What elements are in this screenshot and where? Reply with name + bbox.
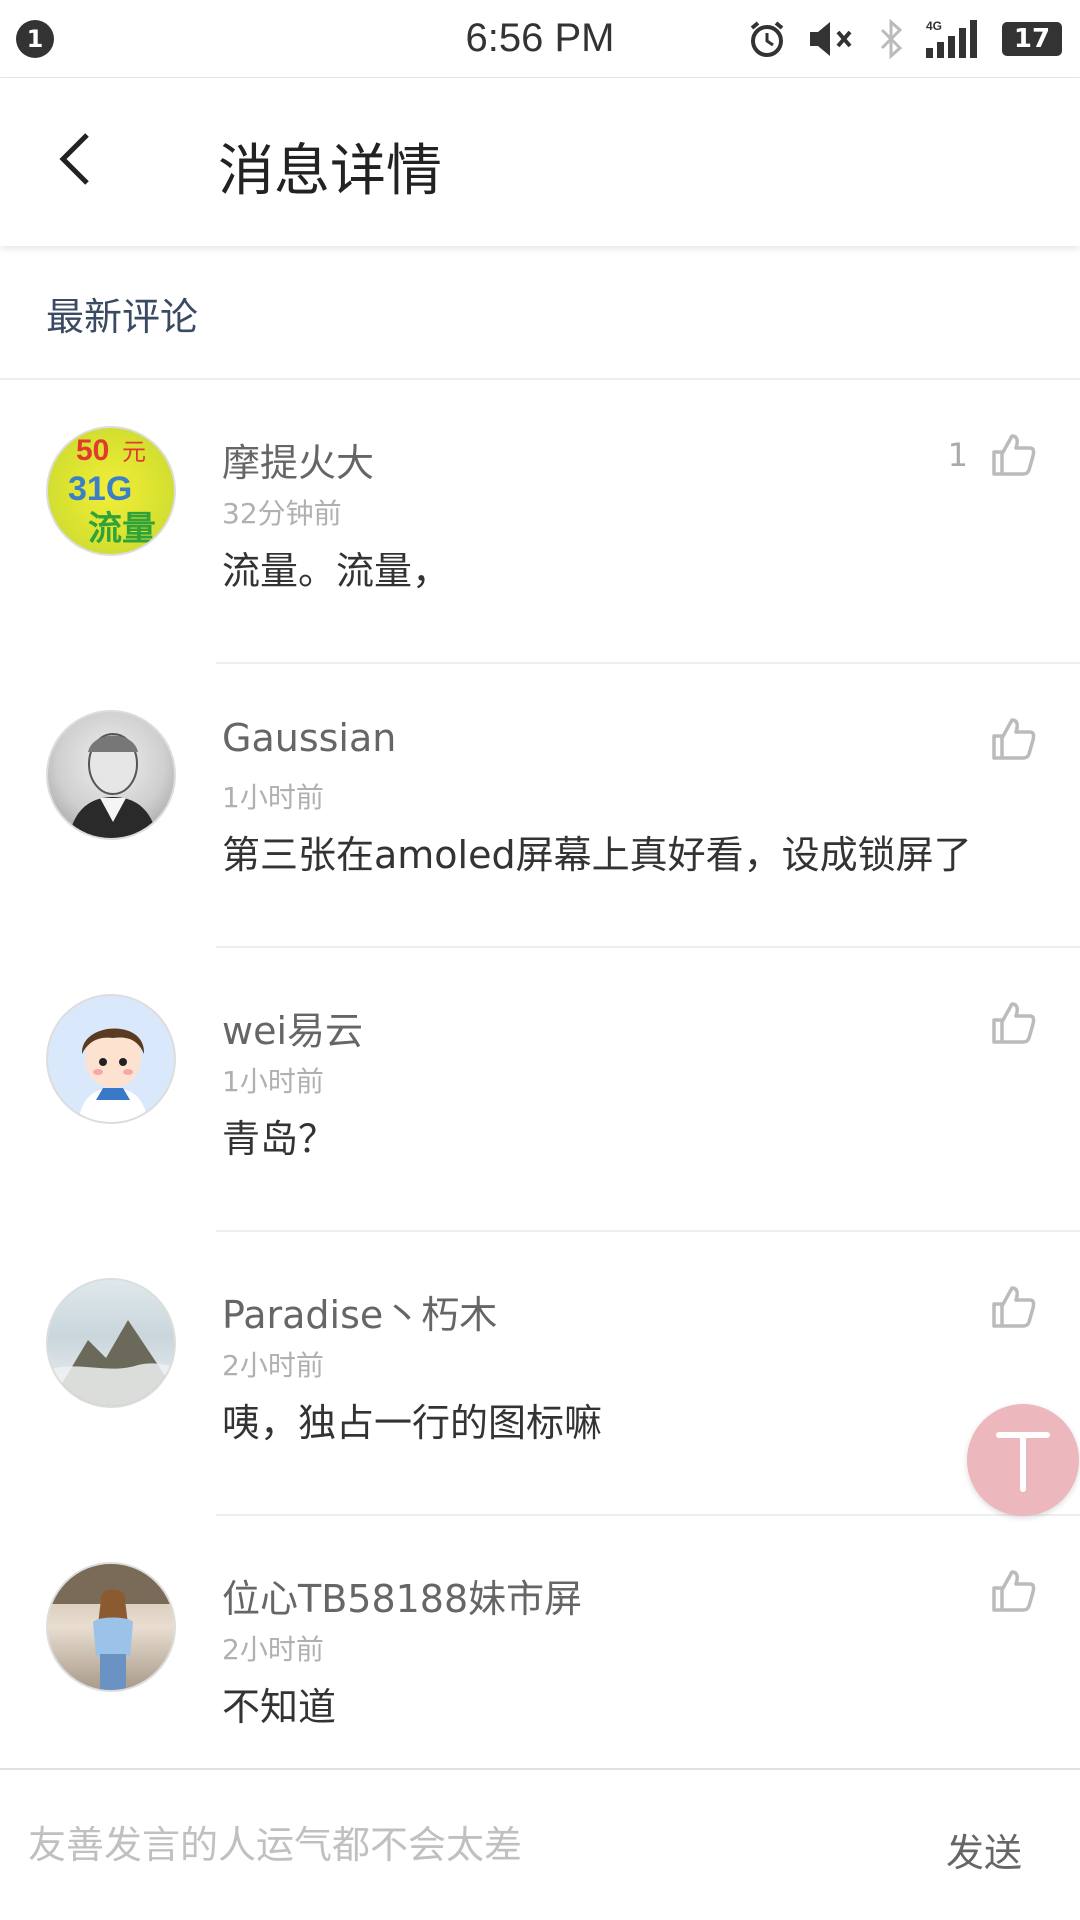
thumbs-up-icon xyxy=(992,1570,1036,1612)
text-t-icon xyxy=(996,1432,1050,1492)
top-app-bar: 消息详情 xyxy=(0,78,1080,246)
comment-item[interactable]: wei易云 1小时前 青岛？ xyxy=(0,948,1080,1232)
comment-time: 2小时前 xyxy=(222,1633,324,1666)
comment-time: 32分钟前 xyxy=(222,497,342,530)
comment-input[interactable] xyxy=(28,1810,868,1880)
like-button[interactable] xyxy=(990,1000,1036,1046)
svg-text:50: 50 xyxy=(76,434,109,467)
mute-icon xyxy=(806,18,858,60)
comment-author[interactable]: Paradise丶朽木 xyxy=(222,1284,497,1339)
comment-item[interactable]: Gaussian 1小时前 第三张在amoled屏幕上真好看，设成锁屏了 xyxy=(0,664,1080,948)
status-bar: 1 6:56 PM 4G 17 xyxy=(0,0,1080,78)
comment-text: 咦，独占一行的图标嘛 xyxy=(222,1401,603,1445)
comment-text: 青岛？ xyxy=(222,1117,337,1161)
thumbs-up-icon xyxy=(992,718,1036,760)
comment-author[interactable]: 摩提火大 xyxy=(222,432,374,487)
svg-text:31G: 31G xyxy=(68,470,132,508)
comment-author[interactable]: wei易云 xyxy=(222,1000,363,1055)
like-count: 1 xyxy=(947,436,968,474)
comment-input-bar: 发送 xyxy=(0,1768,1080,1920)
avatar[interactable]: 50 元 31G 流量 xyxy=(46,426,176,556)
section-title: 最新评论 xyxy=(46,295,199,339)
back-button[interactable] xyxy=(40,124,110,194)
send-button[interactable]: 发送 xyxy=(946,1822,1022,1877)
comment-item[interactable]: 位心TB58188妹市屏 2小时前 不知道 xyxy=(0,1516,1080,1768)
comment-item[interactable]: Paradise丶朽木 2小时前 咦，独占一行的图标嘛 xyxy=(0,1232,1080,1516)
svg-text:元: 元 xyxy=(122,438,146,466)
avatar[interactable] xyxy=(46,994,176,1124)
comment-time: 2小时前 xyxy=(222,1349,324,1382)
avatar[interactable] xyxy=(46,710,176,840)
alarm-icon xyxy=(746,18,788,60)
comment-time: 1小时前 xyxy=(222,781,324,814)
chevron-left-icon xyxy=(59,133,89,185)
svg-text:4G: 4G xyxy=(926,19,942,33)
thumbs-up-icon xyxy=(992,434,1036,476)
thumbs-up-icon xyxy=(992,1002,1036,1044)
bluetooth-icon xyxy=(876,18,906,60)
like-button[interactable]: 1 xyxy=(948,432,1036,478)
like-button[interactable] xyxy=(990,1568,1036,1614)
comment-item[interactable]: 50 元 31G 流量 摩提火大 32分钟前 流量。流量， 1 xyxy=(0,380,1080,664)
battery-icon: 17 xyxy=(1002,22,1062,56)
page-title: 消息详情 xyxy=(218,139,442,204)
avatar[interactable] xyxy=(46,1278,176,1408)
thumbs-up-icon xyxy=(992,1286,1036,1328)
signal-icon: 4G xyxy=(924,18,984,60)
comment-text: 不知道 xyxy=(222,1685,337,1729)
like-button[interactable] xyxy=(990,716,1036,762)
comment-author[interactable]: Gaussian xyxy=(222,716,396,760)
like-button[interactable] xyxy=(990,1284,1036,1330)
avatar[interactable] xyxy=(46,1562,176,1692)
comment-text: 流量。流量， xyxy=(222,549,451,593)
status-icons: 4G 17 xyxy=(746,16,1062,62)
comment-text: 第三张在amoled屏幕上真好看，设成锁屏了 xyxy=(222,833,972,877)
comment-time: 1小时前 xyxy=(222,1065,324,1098)
floating-action-button[interactable] xyxy=(967,1404,1079,1516)
comment-author[interactable]: 位心TB58188妹市屏 xyxy=(222,1568,582,1623)
svg-text:流量: 流量 xyxy=(88,509,156,549)
